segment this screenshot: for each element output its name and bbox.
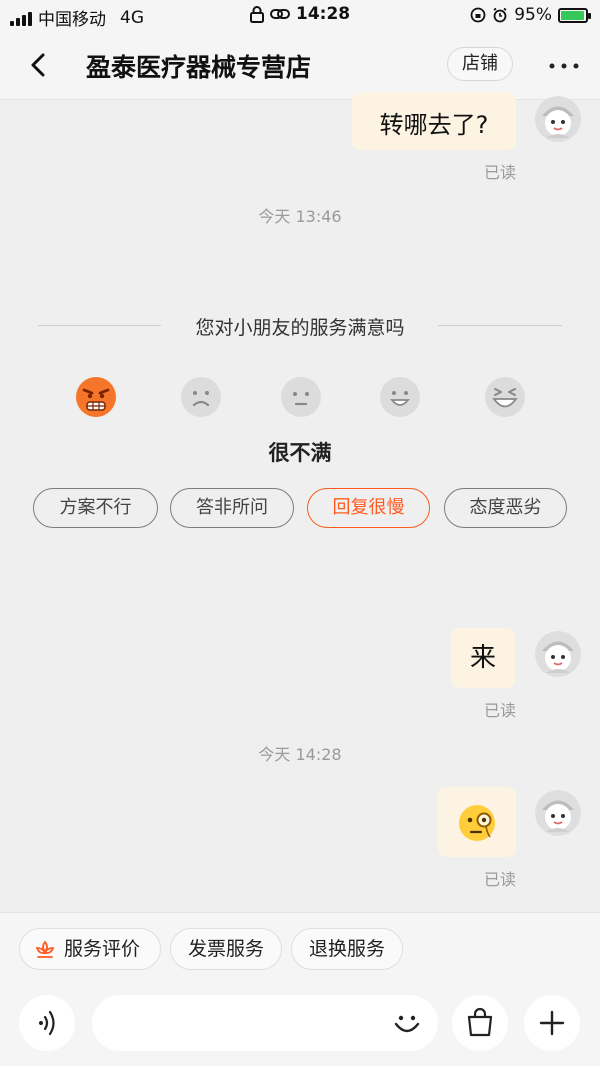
user-avatar[interactable]: [535, 631, 581, 677]
message-text: 转哪去了?: [379, 111, 489, 139]
angry-face-icon[interactable]: [75, 376, 117, 418]
return-service-chip[interactable]: 退换服务: [291, 928, 403, 970]
feedback-tag[interactable]: 方案不行: [33, 488, 158, 528]
shop-button[interactable]: 店铺: [447, 47, 513, 81]
read-status: 已读: [484, 870, 517, 889]
link-icon: [270, 9, 290, 19]
flower-icon: [35, 940, 55, 958]
divider-line: [438, 325, 562, 326]
status-right: 95%: [470, 5, 591, 25]
battery-percent: 95%: [514, 5, 552, 25]
signal-icon: [10, 10, 32, 26]
shopping-bag-icon: [467, 1007, 493, 1037]
laughing-face-icon[interactable]: [484, 376, 526, 418]
user-avatar[interactable]: [535, 790, 581, 836]
feedback-tag[interactable]: 态度恶劣: [444, 488, 567, 528]
emoji-smile-icon[interactable]: [390, 1006, 424, 1040]
network-type: 4G: [120, 7, 144, 28]
battery-icon: [558, 7, 591, 23]
status-center: 14:28: [250, 4, 350, 24]
message-bubble[interactable]: 来: [451, 628, 515, 688]
voice-button[interactable]: [19, 995, 75, 1051]
chip-label: 服务评价: [63, 938, 140, 960]
sad-face-icon[interactable]: [180, 376, 222, 418]
rating-label: 很不满: [268, 441, 332, 465]
status-time: 14:28: [296, 4, 351, 24]
status-left: 中国移动 4G: [10, 5, 144, 30]
orientation-lock-icon: [470, 7, 486, 23]
invoice-service-chip[interactable]: 发票服务: [170, 928, 282, 970]
plus-icon: [539, 1010, 565, 1036]
feedback-tag-selected[interactable]: 回复很慢: [307, 488, 430, 528]
read-status: 已读: [484, 163, 517, 182]
carrier-name: 中国移动: [38, 10, 106, 30]
lock-icon: [250, 5, 264, 23]
smile-face-icon[interactable]: [379, 376, 421, 418]
more-options-icon[interactable]: [548, 62, 580, 70]
chat-header: 盈泰医疗器械专营店 店铺: [0, 30, 600, 100]
voice-wave-icon: [39, 1010, 55, 1036]
message-input[interactable]: [92, 995, 438, 1051]
neutral-face-icon[interactable]: [280, 376, 322, 418]
message-bubble[interactable]: [438, 787, 516, 857]
alarm-icon: [493, 7, 507, 23]
service-review-chip[interactable]: 服务评价: [19, 928, 161, 970]
message-bubble[interactable]: 转哪去了?: [352, 92, 516, 150]
user-avatar[interactable]: [535, 96, 581, 142]
status-bar: 中国移动 4G 14:28 95%: [0, 0, 600, 30]
shopping-bag-button[interactable]: [452, 995, 508, 1051]
bottom-panel: 服务评价 发票服务 退换服务: [0, 912, 600, 1066]
feedback-tag[interactable]: 答非所问: [170, 488, 294, 528]
survey-title: 您对小朋友的服务满意吗: [195, 317, 405, 339]
timestamp: 今天 13:46: [258, 207, 342, 226]
read-status: 已读: [484, 701, 517, 720]
add-button[interactable]: [524, 995, 580, 1051]
timestamp: 今天 14:28: [258, 745, 342, 764]
monocle-face-emoji-icon: [459, 805, 495, 841]
back-arrow-icon[interactable]: [22, 48, 56, 82]
message-text: 来: [469, 643, 496, 673]
shop-title: 盈泰医疗器械专营店: [86, 53, 312, 82]
